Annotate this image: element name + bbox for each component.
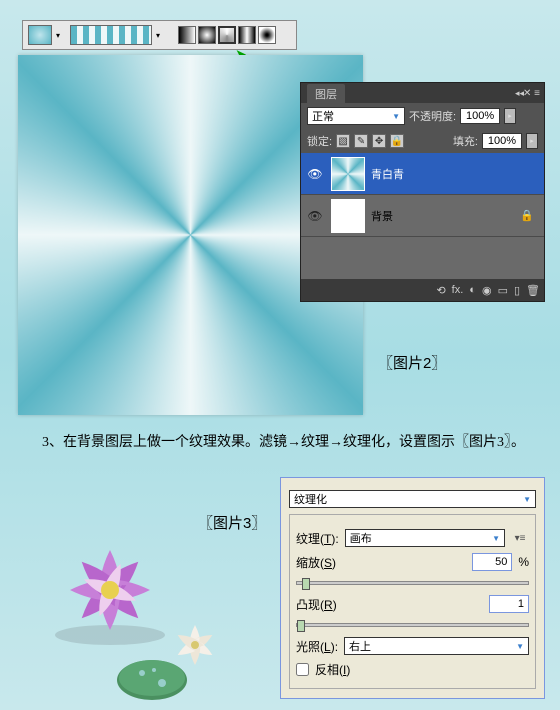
fx-icon[interactable]: fx. (452, 284, 464, 296)
texturize-dialog: 纹理化 ▼ 纹理(T): 画布 ▼ ▾≡ 缩放(S) 50 % 凸现(R) 1 … (280, 477, 545, 699)
opacity-label: 不透明度: (409, 108, 456, 124)
trash-icon[interactable]: 🗑 (526, 284, 540, 297)
layer-empty-area[interactable] (301, 237, 544, 279)
gradient-dropdown-icon[interactable]: ▾ (156, 31, 166, 40)
opacity-arrow-icon[interactable]: ▸ (504, 108, 516, 124)
swatch-dropdown-icon[interactable]: ▾ (56, 31, 66, 40)
figure-2-caption: 〖图片2〗 (378, 352, 446, 373)
new-layer-icon[interactable]: ▯ (514, 284, 520, 297)
visibility-icon[interactable]: 👁 (305, 167, 325, 181)
relief-label: 凸现(R) (296, 596, 337, 613)
lock-icon: 🔒 (520, 209, 534, 222)
adjustment-icon[interactable]: ◉ (482, 284, 492, 297)
gradient-type-group (178, 26, 276, 44)
texture-group: 纹理(T): 画布 ▼ ▾≡ 缩放(S) 50 % 凸现(R) 1 光照(L):… (289, 514, 536, 689)
fill-arrow-icon[interactable]: ▸ (526, 133, 538, 149)
panel-menu-icon[interactable]: ✕ ≡ (523, 88, 540, 99)
texture-select[interactable]: 画布 ▼ (345, 529, 505, 547)
layers-panel: 图层 ◂◂ ✕ ≡ 正常 ▼ 不透明度: 100% ▸ 锁定: ▧ ✎ ✥ 🔒 … (300, 82, 545, 302)
texture-value: 画布 (350, 530, 372, 546)
panel-header: 图层 ◂◂ ✕ ≡ (301, 83, 544, 103)
light-value: 右上 (349, 638, 371, 654)
fill-label: 填充: (453, 133, 478, 149)
linear-gradient-button[interactable] (178, 26, 196, 44)
layer-item[interactable]: 👁 青白青 (301, 153, 544, 195)
folder-icon[interactable]: ▭ (498, 284, 508, 297)
lock-pixels-icon[interactable]: ✎ (354, 134, 368, 148)
filter-name-select[interactable]: 纹理化 ▼ (289, 490, 536, 508)
layers-tab[interactable]: 图层 (307, 84, 345, 104)
blend-mode-value: 正常 (312, 108, 334, 124)
chevron-down-icon: ▼ (516, 642, 524, 651)
invert-checkbox[interactable] (296, 663, 309, 676)
chevron-down-icon: ▼ (523, 495, 531, 504)
gradient-swatch[interactable] (28, 25, 52, 45)
scale-unit: % (518, 555, 529, 569)
lock-position-icon[interactable]: ✥ (372, 134, 386, 148)
light-select[interactable]: 右上 ▼ (344, 637, 529, 655)
relief-slider[interactable] (296, 623, 529, 627)
figure-3-caption: 〖图片3〗 (198, 512, 266, 533)
relief-input[interactable]: 1 (489, 595, 529, 613)
blend-mode-select[interactable]: 正常 ▼ (307, 107, 405, 125)
blend-opacity-row: 正常 ▼ 不透明度: 100% ▸ (301, 103, 544, 129)
chevron-down-icon: ▼ (492, 534, 500, 543)
scale-input[interactable]: 50 (472, 553, 512, 571)
instruction-text: 3、在背景图层上做一个纹理效果。滤镜→纹理→纹理化，设置图示〖图片3〗。 (14, 432, 546, 454)
lock-all-icon[interactable]: 🔒 (390, 134, 404, 148)
visibility-icon[interactable]: 👁 (305, 209, 325, 223)
link-layers-icon[interactable]: ⟲ (436, 284, 445, 297)
reflected-gradient-button[interactable] (238, 26, 256, 44)
lock-label: 锁定: (307, 133, 332, 149)
texture-label: 纹理(T): (296, 530, 339, 547)
filter-name-value: 纹理化 (294, 491, 327, 507)
lotus-leaf-image (112, 658, 192, 708)
fill-input[interactable]: 100% (482, 133, 522, 149)
gradient-preview[interactable] (70, 25, 152, 45)
mask-icon[interactable]: ◐ (469, 284, 476, 296)
layer-thumbnail[interactable] (331, 157, 365, 191)
layer-thumbnail[interactable] (331, 199, 365, 233)
opacity-input[interactable]: 100% (460, 108, 500, 124)
layer-item[interactable]: 👁 背景 🔒 (301, 195, 544, 237)
lock-fill-row: 锁定: ▧ ✎ ✥ 🔒 填充: 100% ▸ (301, 129, 544, 153)
radial-gradient-button[interactable] (198, 26, 216, 44)
scale-label: 缩放(S) (296, 554, 336, 571)
layer-name: 青白青 (371, 166, 404, 182)
texture-menu-icon[interactable]: ▾≡ (511, 533, 529, 544)
light-label: 光照(L): (296, 638, 338, 655)
lock-icons-group: ▧ ✎ ✥ 🔒 (336, 134, 404, 148)
panel-footer: ⟲ fx. ◐ ◉ ▭ ▯ 🗑 (301, 279, 544, 301)
diamond-gradient-button[interactable] (258, 26, 276, 44)
layer-list: 👁 青白青 👁 背景 🔒 (301, 153, 544, 279)
chevron-down-icon: ▼ (392, 112, 400, 121)
scale-slider[interactable] (296, 581, 529, 585)
gradient-options-bar: ▾ ▾ (22, 20, 297, 50)
lock-transparency-icon[interactable]: ▧ (336, 134, 350, 148)
invert-label: 反相(I) (315, 661, 350, 678)
angle-gradient-button[interactable] (218, 26, 236, 44)
layer-name: 背景 (371, 208, 393, 224)
